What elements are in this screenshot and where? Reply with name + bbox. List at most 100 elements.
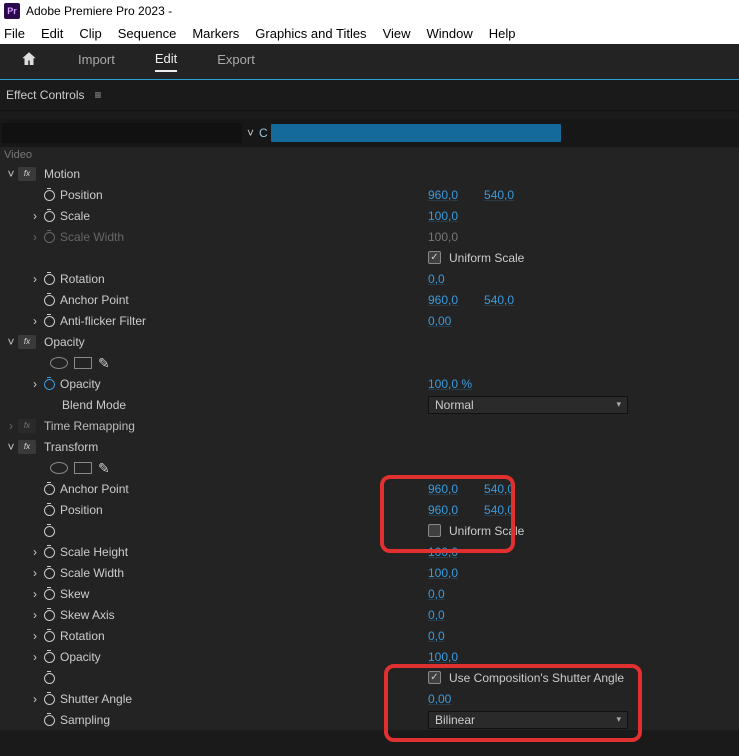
stopwatch-icon[interactable]	[42, 377, 56, 391]
stopwatch-icon[interactable]	[42, 272, 56, 286]
value-x[interactable]: 960,0	[428, 188, 458, 202]
stopwatch-icon[interactable]	[42, 566, 56, 580]
prop-scale[interactable]: › Scale 100,0	[0, 205, 739, 226]
value-x[interactable]: 960,0	[428, 293, 458, 307]
value[interactable]: 100,0 %	[428, 377, 472, 391]
menu-sequence[interactable]: Sequence	[118, 26, 177, 41]
twirl-right-icon[interactable]: ›	[28, 650, 42, 664]
value[interactable]: 0,0	[428, 608, 445, 622]
twirl-down-icon[interactable]: ˅	[4, 335, 18, 349]
stopwatch-icon[interactable]	[42, 314, 56, 328]
checkbox-use-comp-shutter[interactable]	[428, 671, 441, 684]
menu-clip[interactable]: Clip	[79, 26, 101, 41]
stopwatch-icon[interactable]	[42, 209, 56, 223]
home-icon[interactable]	[20, 50, 38, 73]
checkbox-uniform-scale[interactable]	[428, 251, 441, 264]
sequence-marker[interactable]	[271, 124, 561, 142]
rect-mask-icon[interactable]	[74, 357, 92, 369]
ellipse-mask-icon[interactable]	[50, 357, 68, 369]
stopwatch-icon[interactable]	[42, 671, 56, 685]
effect-motion[interactable]: ˅ fx Motion	[0, 163, 739, 184]
prop-sampling[interactable]: Sampling Bilinear▾	[0, 709, 739, 730]
prop-scale-width-t[interactable]: › Scale Width 100,0	[0, 562, 739, 583]
stopwatch-icon[interactable]	[42, 692, 56, 706]
effect-time-remapping[interactable]: › fx Time Remapping	[0, 415, 739, 436]
panel-menu-icon[interactable]: ≡	[94, 88, 101, 102]
value[interactable]: 100,0	[428, 545, 458, 559]
twirl-right-icon[interactable]: ›	[28, 314, 42, 328]
stopwatch-icon[interactable]	[42, 608, 56, 622]
prop-anchor-point[interactable]: Anchor Point 960,0540,0	[0, 289, 739, 310]
prop-position-t[interactable]: Position 960,0540,0	[0, 499, 739, 520]
value-x[interactable]: 960,0	[428, 482, 458, 496]
prop-uniform-scale[interactable]: Uniform Scale	[0, 247, 739, 268]
fx-badge[interactable]: fx	[18, 167, 36, 181]
stopwatch-icon[interactable]	[42, 293, 56, 307]
prop-opacity[interactable]: › Opacity 100,0 %	[0, 373, 739, 394]
prop-opacity-t[interactable]: › Opacity 100,0	[0, 646, 739, 667]
tab-import[interactable]: Import	[78, 52, 115, 71]
twirl-right-icon[interactable]: ›	[28, 545, 42, 559]
twirl-right-icon[interactable]: ›	[28, 209, 42, 223]
stopwatch-icon[interactable]	[42, 650, 56, 664]
source-dropdown-icon[interactable]: ˅	[242, 126, 259, 140]
tab-edit[interactable]: Edit	[155, 51, 177, 72]
fx-badge[interactable]: fx	[18, 419, 36, 433]
prop-use-comp-shutter[interactable]: Use Composition's Shutter Angle	[0, 667, 739, 688]
menu-file[interactable]: File	[4, 26, 25, 41]
menu-view[interactable]: View	[383, 26, 411, 41]
checkbox-uniform-scale-t[interactable]	[428, 524, 441, 537]
menu-markers[interactable]: Markers	[192, 26, 239, 41]
stopwatch-icon[interactable]	[42, 482, 56, 496]
prop-position[interactable]: Position 960,0540,0	[0, 184, 739, 205]
prop-rotation-t[interactable]: › Rotation 0,0	[0, 625, 739, 646]
twirl-right-icon[interactable]: ›	[28, 608, 42, 622]
prop-uniform-scale-t[interactable]: Uniform Scale	[0, 520, 739, 541]
prop-blend-mode[interactable]: Blend Mode Normal▾	[0, 394, 739, 415]
twirl-down-icon[interactable]: ˅	[4, 440, 18, 454]
fx-badge[interactable]: fx	[18, 440, 36, 454]
stopwatch-icon[interactable]	[42, 713, 56, 727]
value[interactable]: 0,00	[428, 314, 451, 328]
value[interactable]: 0,0	[428, 587, 445, 601]
value[interactable]: 0,00	[428, 692, 451, 706]
value-x[interactable]: 960,0	[428, 503, 458, 517]
value-y[interactable]: 540,0	[484, 503, 514, 517]
stopwatch-icon[interactable]	[42, 629, 56, 643]
value[interactable]: 0,0	[428, 629, 445, 643]
prop-shutter-angle[interactable]: › Shutter Angle 0,00	[0, 688, 739, 709]
pen-mask-icon[interactable]: ✎	[98, 461, 110, 475]
twirl-right-icon[interactable]: ›	[28, 587, 42, 601]
ellipse-mask-icon[interactable]	[50, 462, 68, 474]
select-blend-mode[interactable]: Normal▾	[428, 396, 628, 414]
twirl-right-icon[interactable]: ›	[4, 419, 18, 433]
tab-export[interactable]: Export	[217, 52, 255, 71]
stopwatch-icon[interactable]	[42, 545, 56, 559]
source-clip-name[interactable]	[2, 123, 242, 143]
value-y[interactable]: 540,0	[484, 188, 514, 202]
select-sampling[interactable]: Bilinear▾	[428, 711, 628, 729]
effect-transform[interactable]: ˅ fx Transform	[0, 436, 739, 457]
stopwatch-icon[interactable]	[42, 188, 56, 202]
fx-badge[interactable]: fx	[18, 335, 36, 349]
rect-mask-icon[interactable]	[74, 462, 92, 474]
stopwatch-icon[interactable]	[42, 524, 56, 538]
value[interactable]: 100,0	[428, 566, 458, 580]
prop-anchor-point-t[interactable]: Anchor Point 960,0540,0	[0, 478, 739, 499]
prop-skew[interactable]: › Skew 0,0	[0, 583, 739, 604]
value[interactable]: 100,0	[428, 650, 458, 664]
menu-edit[interactable]: Edit	[41, 26, 63, 41]
prop-scale-height[interactable]: › Scale Height 100,0	[0, 541, 739, 562]
twirl-down-icon[interactable]: ˅	[4, 167, 18, 181]
twirl-right-icon[interactable]: ›	[28, 377, 42, 391]
twirl-right-icon[interactable]: ›	[28, 272, 42, 286]
pen-mask-icon[interactable]: ✎	[98, 356, 110, 370]
twirl-right-icon[interactable]: ›	[28, 692, 42, 706]
twirl-right-icon[interactable]: ›	[28, 629, 42, 643]
menu-graphics[interactable]: Graphics and Titles	[255, 26, 366, 41]
prop-antiflicker[interactable]: › Anti-flicker Filter 0,00	[0, 310, 739, 331]
value[interactable]: 0,0	[428, 272, 445, 286]
menu-window[interactable]: Window	[427, 26, 473, 41]
stopwatch-icon[interactable]	[42, 587, 56, 601]
stopwatch-icon[interactable]	[42, 503, 56, 517]
